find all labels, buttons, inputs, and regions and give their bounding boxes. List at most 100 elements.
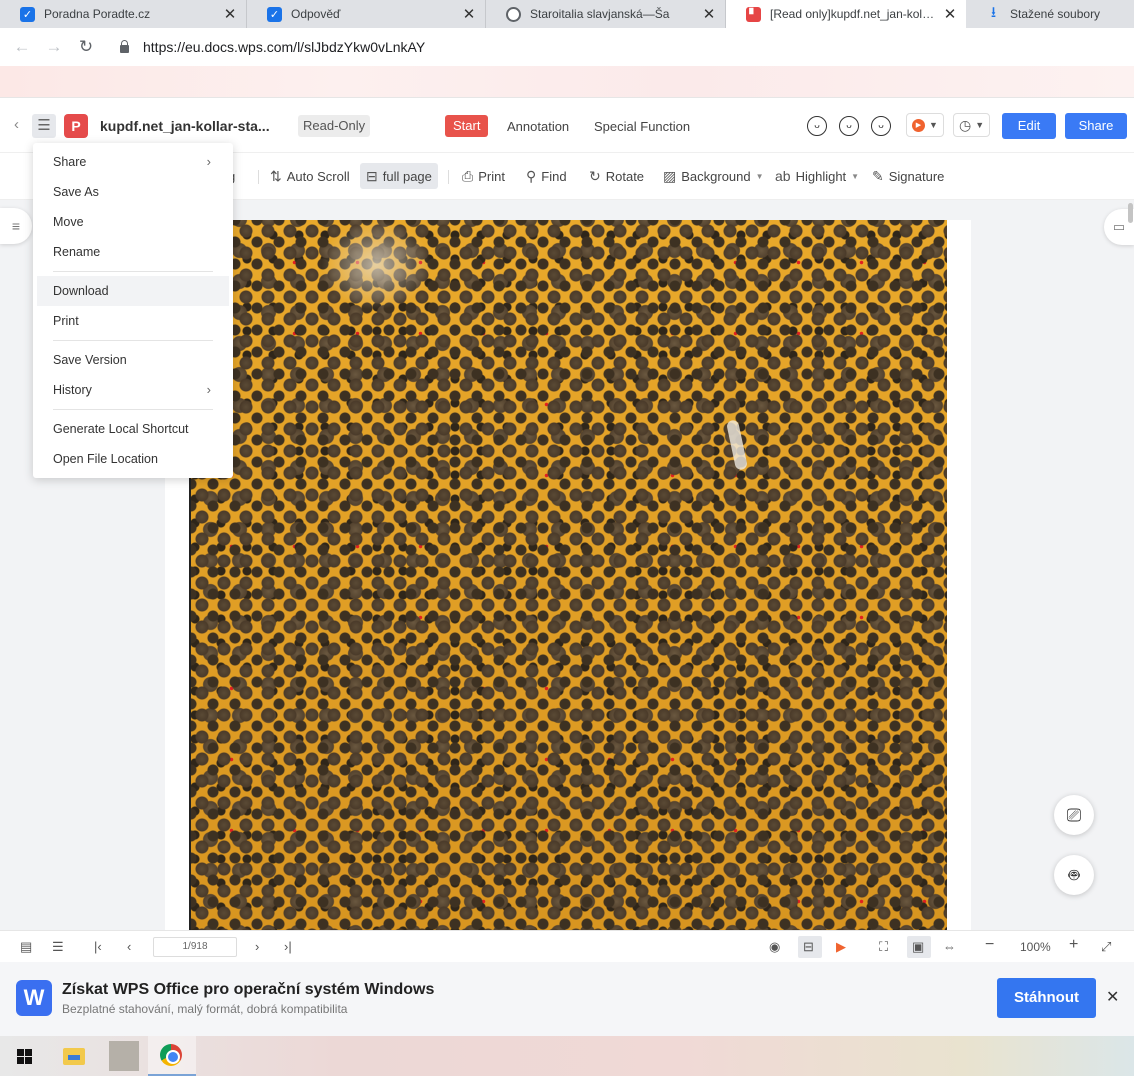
hamburger-menu-icon[interactable]: ☰ bbox=[32, 114, 56, 138]
close-tab-icon[interactable]: ✕ bbox=[461, 5, 477, 23]
play-dropdown[interactable]: ▶ ▼ bbox=[906, 113, 944, 137]
tab-title: Odpověď bbox=[291, 7, 341, 21]
print-button[interactable]: ⎙ Print bbox=[456, 163, 511, 189]
page-streak-mark bbox=[725, 419, 749, 471]
menu-item-share[interactable]: Share › bbox=[37, 147, 229, 177]
collaborator-avatar[interactable]: ᴗ bbox=[807, 116, 827, 136]
printer-icon: ⎙ bbox=[462, 167, 474, 184]
highlight-button[interactable]: ab Highlight ▼ bbox=[769, 163, 865, 189]
scanned-page-image bbox=[189, 220, 947, 930]
rotate-icon: ↻ bbox=[589, 167, 601, 184]
close-tab-icon[interactable]: ✕ bbox=[701, 5, 717, 23]
menu-item-move[interactable]: Move bbox=[37, 207, 229, 237]
menu-item-label: Open File Location bbox=[53, 452, 158, 466]
tab-title: Poradna Poradte.cz bbox=[44, 7, 151, 21]
eye-icon[interactable]: ◉ bbox=[769, 939, 780, 955]
browser-tab-odpoved[interactable]: ✓ Odpověď ✕ bbox=[247, 0, 486, 28]
history-dropdown[interactable]: ◷ ▼ bbox=[953, 113, 991, 137]
taskbar-chrome[interactable] bbox=[148, 1036, 196, 1076]
taskbar-app[interactable] bbox=[99, 1036, 147, 1076]
browser-tab-staroitalia[interactable]: Staroitalia slavjanská—Ša ✕ bbox=[486, 0, 726, 28]
zoom-in-icon[interactable]: + bbox=[1069, 936, 1078, 954]
highlight-label: Highlight bbox=[795, 168, 847, 184]
windows-logo-icon bbox=[17, 1049, 32, 1064]
reload-icon[interactable]: ↻ bbox=[70, 37, 102, 57]
auto-scroll-button[interactable]: ⇅ Auto Scroll bbox=[264, 163, 356, 189]
url-text: https://eu.docs.wps.com/l/slJbdzYkw0vLnk… bbox=[143, 39, 426, 55]
signature-pen-icon: ✎ bbox=[872, 167, 884, 184]
zoom-level[interactable]: 100% bbox=[1020, 940, 1051, 954]
highlight-icon: ab bbox=[775, 168, 791, 184]
menu-item-download[interactable]: Download bbox=[37, 276, 229, 306]
close-tab-icon[interactable]: ✕ bbox=[222, 5, 238, 23]
download-app-button[interactable]: Stáhnout bbox=[997, 978, 1096, 1018]
browser-tab-downloads[interactable]: ⭳ Stažené soubory bbox=[966, 0, 1134, 28]
menu-item-label: Rename bbox=[53, 245, 101, 259]
zoom-out-icon[interactable]: − bbox=[985, 936, 994, 954]
browser-tab-strip: ✓ Poradna Poradte.cz ✕ ✓ Odpověď ✕ Staro… bbox=[0, 0, 1134, 28]
auto-scroll-label: Auto Scroll bbox=[286, 168, 350, 184]
caret-down-icon: ▼ bbox=[929, 120, 938, 130]
bookmarks-bar bbox=[0, 66, 1134, 98]
close-tab-icon[interactable]: ✕ bbox=[942, 5, 958, 23]
clock-icon: ◷ bbox=[959, 116, 972, 133]
full-page-button[interactable]: ⊟ full page bbox=[360, 163, 438, 189]
toolbar-divider bbox=[448, 170, 449, 184]
taskbar-file-explorer[interactable] bbox=[50, 1036, 98, 1076]
next-page-icon[interactable]: › bbox=[255, 939, 259, 954]
previous-page-icon[interactable]: ‹ bbox=[127, 939, 131, 954]
signature-button[interactable]: ✎ Signature bbox=[866, 163, 950, 189]
first-page-icon[interactable]: |‹ bbox=[94, 939, 102, 954]
play-icon: ▶ bbox=[912, 118, 925, 132]
play-icon[interactable]: ▶ bbox=[836, 939, 846, 955]
caret-down-icon: ▼ bbox=[975, 120, 985, 130]
list-view-icon[interactable]: ☰ bbox=[52, 939, 64, 955]
url-field[interactable]: https://eu.docs.wps.com/l/slJbdzYkw0vLnk… bbox=[120, 39, 425, 55]
collaborator-avatar[interactable]: ᴗ bbox=[871, 116, 891, 136]
fit-page-icon: ▣ bbox=[912, 939, 925, 954]
scrollbar-thumb[interactable] bbox=[1128, 203, 1133, 223]
banner-title: Získat WPS Office pro operační systém Wi… bbox=[62, 981, 435, 998]
menu-item-open-file-location[interactable]: Open File Location bbox=[37, 444, 229, 474]
menu-item-label: Move bbox=[53, 215, 84, 229]
globe-icon bbox=[506, 6, 521, 22]
find-button[interactable]: ⚲ Find bbox=[520, 163, 573, 189]
menu-item-history[interactable]: History › bbox=[37, 375, 229, 405]
edit-button[interactable]: Edit bbox=[1002, 113, 1056, 139]
menu-item-rename[interactable]: Rename bbox=[37, 237, 229, 267]
banner-subtitle: Bezplatné stahování, malý formát, dobrá … bbox=[62, 1002, 348, 1016]
print-label: Print bbox=[478, 168, 505, 184]
close-banner-icon[interactable]: ✕ bbox=[1106, 987, 1119, 1007]
signature-label: Signature bbox=[888, 168, 945, 184]
forward-arrow-icon[interactable]: → bbox=[38, 37, 70, 57]
menu-item-save-as[interactable]: Save As bbox=[37, 177, 229, 207]
thumbnail-view-icon[interactable]: ▤ bbox=[20, 939, 32, 955]
screen-edit-icon[interactable]: ⎚ bbox=[1054, 795, 1094, 835]
menu-item-generate-local-shortcut[interactable]: Generate Local Shortcut bbox=[37, 414, 229, 444]
fit-width-icon[interactable]: ⇔ bbox=[943, 939, 956, 954]
browser-tab-poradna[interactable]: ✓ Poradna Poradte.cz ✕ bbox=[0, 0, 247, 28]
browser-tab-kupdf[interactable]: ▘ [Read only]kupdf.net_jan-kollar-s ✕ bbox=[726, 0, 966, 28]
fit-screen-icon[interactable]: ⛶ bbox=[879, 939, 888, 955]
menu-item-save-version[interactable]: Save Version bbox=[37, 345, 229, 375]
read-only-badge: Read-Only bbox=[298, 115, 371, 137]
tab-annotation[interactable]: Annotation bbox=[507, 119, 569, 134]
chevron-left-icon[interactable]: ‹ bbox=[14, 116, 19, 133]
start-button[interactable] bbox=[0, 1036, 48, 1076]
back-arrow-icon[interactable]: ← bbox=[6, 37, 38, 57]
share-button[interactable]: Share bbox=[1065, 113, 1127, 139]
collaborator-avatar[interactable]: ᴗ bbox=[839, 116, 859, 136]
background-button[interactable]: ▨ Background ▼ bbox=[657, 163, 770, 189]
menu-item-label: Save Version bbox=[53, 353, 127, 367]
page-number-input[interactable]: 1/918 bbox=[153, 937, 237, 957]
fullscreen-icon[interactable]: ⤢ bbox=[1101, 939, 1111, 955]
page-wash-mark bbox=[321, 220, 431, 310]
last-page-icon[interactable]: ›| bbox=[284, 939, 292, 954]
tab-special-function[interactable]: Special Function bbox=[594, 119, 690, 134]
windows-taskbar bbox=[0, 1036, 1134, 1076]
menu-item-print[interactable]: Print bbox=[37, 306, 229, 336]
rotate-button[interactable]: ↻ Rotate bbox=[583, 163, 650, 189]
ai-assistant-robot-icon[interactable]: 🤖︎ bbox=[1054, 855, 1094, 895]
menu-divider bbox=[53, 340, 213, 341]
tab-start[interactable]: Start bbox=[445, 115, 489, 137]
